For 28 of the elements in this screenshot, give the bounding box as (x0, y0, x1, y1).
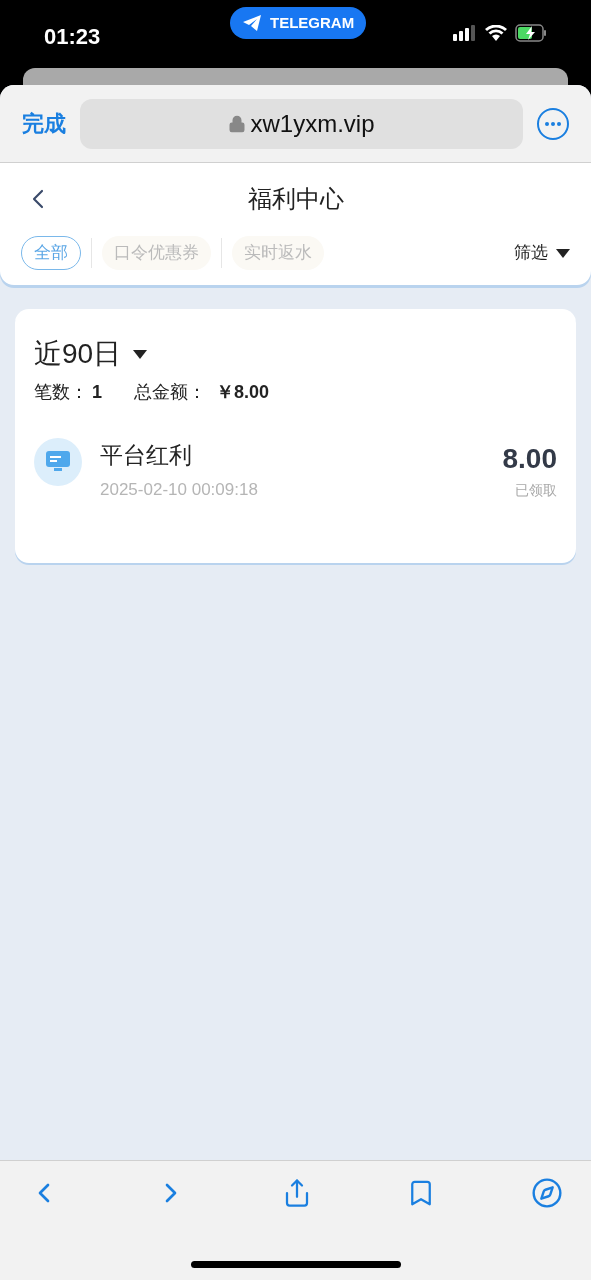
compass-button[interactable] (531, 1177, 563, 1209)
record-title: 平台红利 (100, 441, 193, 470)
caret-icon (556, 248, 570, 258)
more-icon (545, 121, 561, 126)
signal-icon (453, 25, 477, 41)
filter-dropdown[interactable]: 筛选 (514, 240, 570, 266)
period-dropdown[interactable]: 近90日 (34, 333, 148, 375)
more-button[interactable] (537, 107, 569, 140)
record-amount: 8.00 (502, 442, 557, 476)
record-time: 2025-02-10 00:09:18 (100, 478, 258, 501)
url-text: xw1yxm.vip (250, 108, 375, 139)
record-status: 已领取 (515, 481, 557, 500)
total-label: 总金额： (134, 381, 206, 404)
app-pill[interactable]: TELEGRAM (230, 7, 367, 39)
compass-icon (531, 1177, 563, 1209)
count-label: 笔数： (34, 381, 88, 404)
address-bar[interactable]: xw1yxm.vip (80, 98, 523, 149)
battery-charging-icon (515, 24, 547, 42)
count-value: 1 (92, 381, 102, 404)
total-value: ￥8.00 (216, 381, 270, 404)
status-time: 01:23 (44, 23, 101, 51)
gift-screen-icon (34, 438, 82, 486)
done-button[interactable]: 完成 (22, 107, 66, 140)
lock-icon (228, 114, 247, 133)
page-title: 福利中心 (247, 184, 344, 214)
caret-icon (133, 349, 148, 359)
wifi-icon (485, 25, 507, 41)
paper-plane-icon (242, 14, 262, 32)
